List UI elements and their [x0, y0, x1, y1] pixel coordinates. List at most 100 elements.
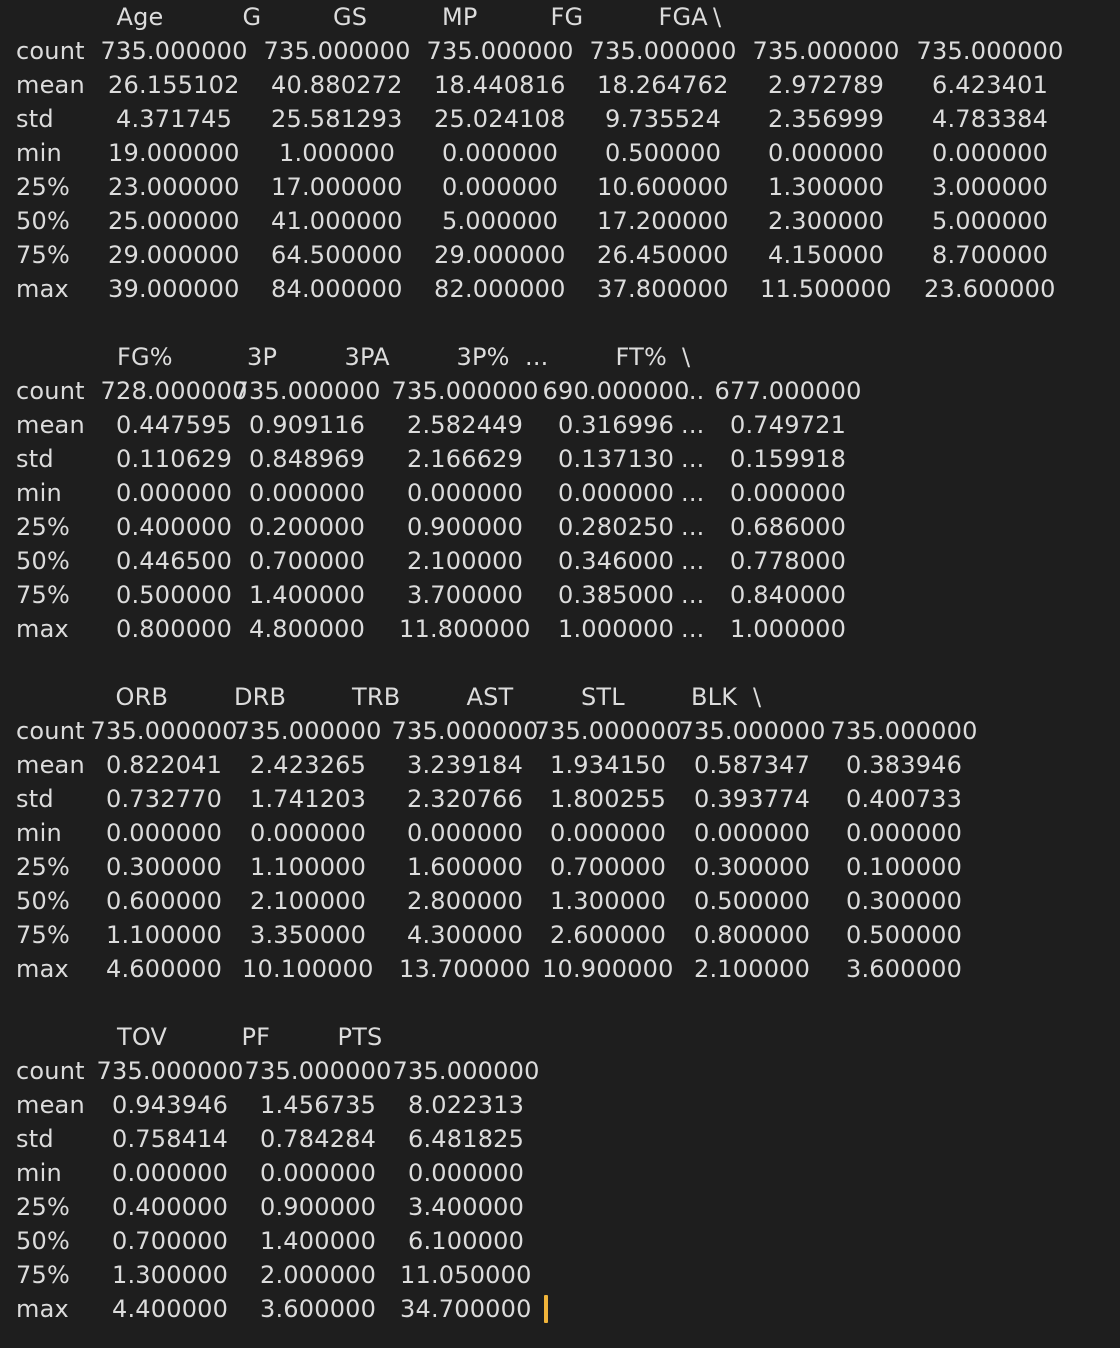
table-row: std 4.371745 25.581293 25.024108 9.735524 2.3…: [0, 102, 1120, 136]
table-cell: 23.600000: [924, 275, 1056, 303]
table-cell: 0.447595: [116, 411, 233, 439]
table-cell: 0.500000: [116, 581, 233, 609]
column-header: PF: [241, 1023, 271, 1051]
table-cell: 1.400000: [249, 581, 366, 609]
table-cell: 0.778000: [730, 547, 847, 575]
table-cell: 2.600000: [550, 921, 667, 949]
row-label: min: [16, 819, 62, 847]
table-cell: 0.000000: [558, 479, 675, 507]
row-label: min: [16, 139, 62, 167]
table-cell: 0.822041: [106, 751, 223, 779]
table-cell: 1.000000: [558, 615, 675, 643]
table-cell: 4.600000: [106, 955, 223, 983]
table-cell: 0.000000: [407, 479, 524, 507]
row-label: 25%: [16, 513, 70, 541]
table-cell: 0.000000: [112, 1159, 229, 1187]
table-cell: 735.000000: [392, 1057, 540, 1085]
table-cell: 1.100000: [106, 921, 223, 949]
table-cell: 1.100000: [250, 853, 367, 881]
column-header: FG: [550, 3, 584, 31]
table-cell: 0.137130: [558, 445, 675, 473]
table-cell: 0.600000: [106, 887, 223, 915]
table-cell: 1.300000: [768, 173, 885, 201]
table-cell: 29.000000: [434, 241, 566, 269]
row-label: mean: [16, 71, 85, 99]
table-cell: 1.741203: [250, 785, 367, 813]
table-row: min 0.000000 0.000000 0.000000 0.000000... 0.…: [0, 476, 1120, 510]
table-cell: 0.784284: [260, 1125, 377, 1153]
table-cell: 0.000000: [442, 173, 559, 201]
truncation-ellipsis: ...: [681, 377, 705, 405]
row-label: max: [16, 275, 69, 303]
table-row: 75% 29.000000 64.500000 29.000000 26.450000 4…: [0, 238, 1120, 272]
table-cell: 1.800255: [550, 785, 667, 813]
table-cell: 4.783384: [932, 105, 1049, 133]
table-cell: 0.393774: [694, 785, 811, 813]
terminal-output[interactable]: Age G GS MP FG FGA \ count 735.000000 735.000000 7…: [0, 0, 1120, 1348]
table-row: std 0.110629 0.848969 2.166629 0.137130... 0.…: [0, 442, 1120, 476]
table-cell: 0.346000: [558, 547, 675, 575]
table-cell: 1.934150: [550, 751, 667, 779]
table-cell: 0.316996: [558, 411, 675, 439]
column-header: 3P%: [456, 343, 510, 371]
column-header: Age: [116, 3, 164, 31]
table-cell: 10.100000: [242, 955, 374, 983]
table-cell: 1.000000: [279, 139, 396, 167]
table-row: count 735.000000 735.000000 735.000000 735.0…: [0, 714, 1120, 748]
table-cell: 0.000000: [106, 819, 223, 847]
column-header: DRB: [234, 683, 287, 711]
column-header: AST: [466, 683, 514, 711]
column-header: GS: [333, 3, 368, 31]
table-cell: 2.300000: [768, 207, 885, 235]
table-cell: 25.000000: [108, 207, 240, 235]
column-header: PTS: [337, 1023, 383, 1051]
row-label: std: [16, 105, 54, 133]
table-cell: 2.423265: [250, 751, 367, 779]
table-cell: 82.000000: [434, 275, 566, 303]
table-cell: 8.022313: [408, 1091, 525, 1119]
row-label: min: [16, 1159, 62, 1187]
table-cell: 3.400000: [408, 1193, 525, 1221]
row-label: max: [16, 955, 69, 983]
table-cell: 25.581293: [271, 105, 403, 133]
table-row: 50% 25.000000 41.000000 5.000000 17.200000 2.…: [0, 204, 1120, 238]
table-cell: 0.000000: [260, 1159, 377, 1187]
table-cell: 29.000000: [108, 241, 240, 269]
table-cell: 17.000000: [271, 173, 403, 201]
table-cell: 2.100000: [407, 547, 524, 575]
table-cell: 0.500000: [605, 139, 722, 167]
table-cell: 0.686000: [730, 513, 847, 541]
truncation-ellipsis: ...: [681, 513, 705, 541]
table-cell: 19.000000: [108, 139, 240, 167]
table-row: 75% 1.300000 2.000000 11.050000: [0, 1258, 1120, 1292]
table-cell: 677.000000: [714, 377, 862, 405]
table-cell: 0.000000: [768, 139, 885, 167]
table-cell: 0.800000: [694, 921, 811, 949]
row-label: 25%: [16, 853, 70, 881]
table-cell: 6.423401: [932, 71, 1049, 99]
table-cell: 2.166629: [407, 445, 524, 473]
column-header-line: ORB DRB TRB AST STL BLK \: [0, 680, 1120, 714]
table-cell: 4.400000: [112, 1295, 229, 1323]
table-cell: 9.735524: [605, 105, 722, 133]
table-row: mean 0.943946 1.456735 8.022313: [0, 1088, 1120, 1122]
row-label: 75%: [16, 581, 70, 609]
row-label: max: [16, 615, 69, 643]
table-cell: 0.200000: [249, 513, 366, 541]
table-row: max 4.600000 10.100000 13.700000 10.900000 2.…: [0, 952, 1120, 986]
table-cell: 0.000000: [846, 819, 963, 847]
table-cell: 4.150000: [768, 241, 885, 269]
truncation-ellipsis: ...: [681, 547, 705, 575]
table-cell: 0.000000: [116, 479, 233, 507]
table-row: min 19.000000 1.000000 0.000000 0.500000 0.00…: [0, 136, 1120, 170]
table-cell: 735.000000: [830, 717, 978, 745]
column-header-line: TOV PF PTS: [0, 1020, 1120, 1054]
table-cell: 11.800000: [399, 615, 531, 643]
row-label: min: [16, 479, 62, 507]
table-row: std 0.758414 0.784284 6.481825: [0, 1122, 1120, 1156]
table-cell: 6.481825: [408, 1125, 525, 1153]
column-header: FT%: [615, 343, 667, 371]
table-cell: 2.972789: [768, 71, 885, 99]
table-row: mean 26.155102 40.880272 18.440816 18.264762…: [0, 68, 1120, 102]
table-cell: 41.000000: [271, 207, 403, 235]
